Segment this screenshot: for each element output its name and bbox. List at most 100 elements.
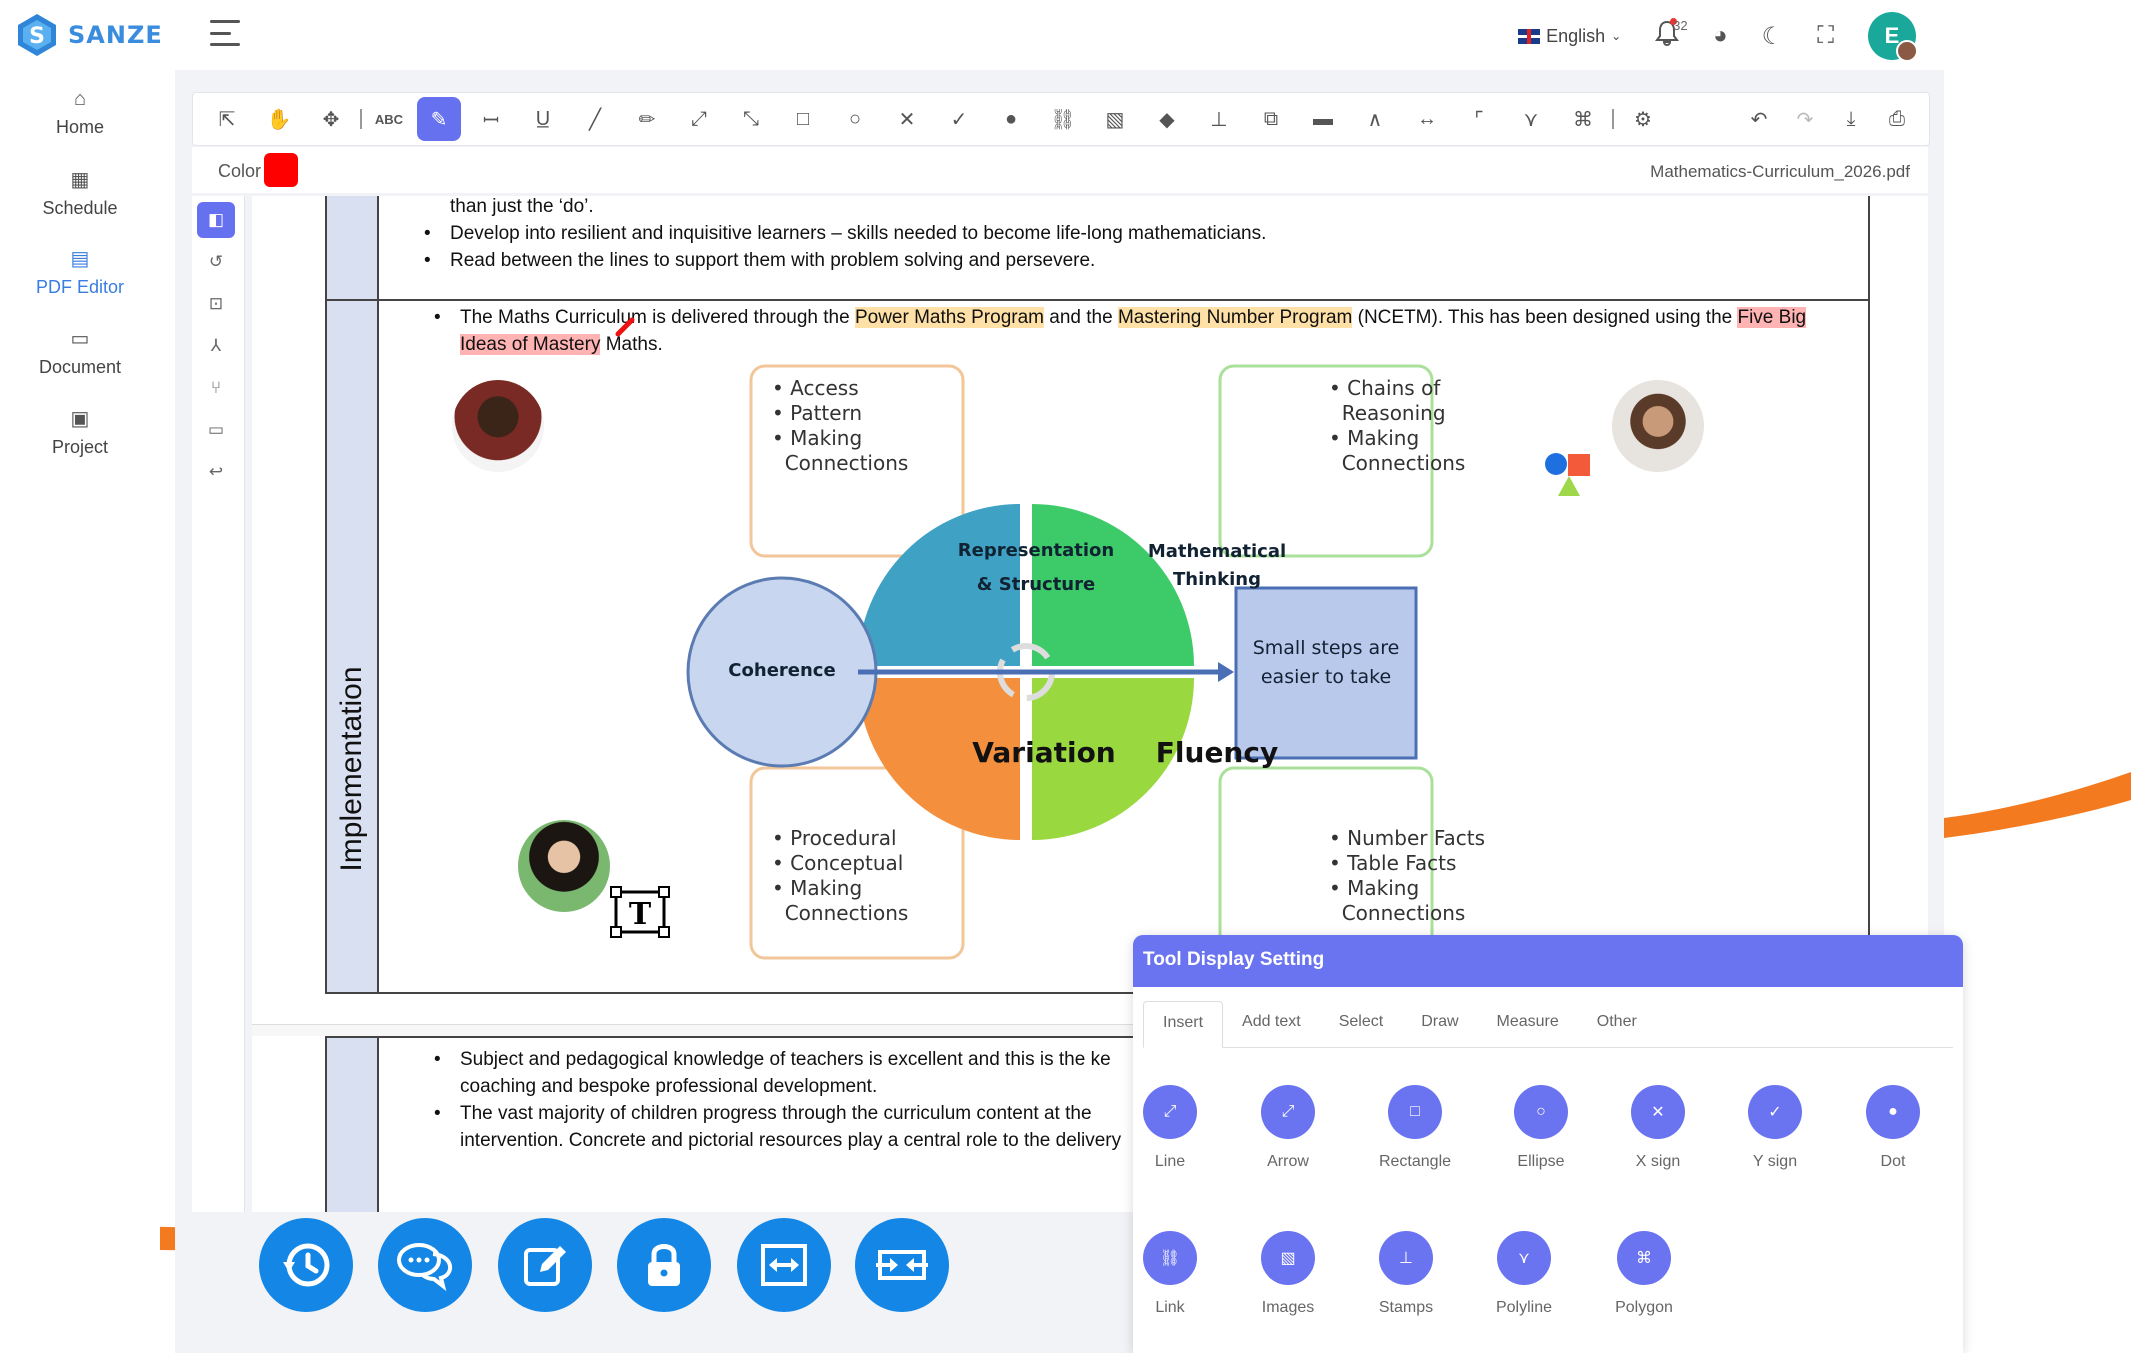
distance-measure-icon[interactable]: ↔	[1405, 97, 1449, 141]
pan-hand-icon[interactable]: ✋	[257, 97, 301, 141]
sidebar-item-pdf-editor[interactable]: ▤ PDF Editor	[0, 246, 160, 298]
strikethrough-icon[interactable]: ꟷ	[469, 97, 513, 141]
history-button[interactable]	[259, 1218, 353, 1312]
print-icon[interactable]: ⎙	[1875, 97, 1919, 141]
eraser-icon[interactable]: ◆	[1145, 97, 1189, 141]
polygon-icon[interactable]: ⌘	[1561, 97, 1605, 141]
tool-rectangle[interactable]: □ Rectangle	[1360, 1085, 1470, 1171]
return-arrow-icon[interactable]: ↩	[197, 454, 235, 490]
tool-x-sign[interactable]: ✕ X sign	[1603, 1085, 1713, 1171]
tool-images[interactable]: ▧ Images	[1233, 1231, 1343, 1317]
collaborator-avatar[interactable]	[1612, 380, 1704, 472]
notifications-button[interactable]: 32	[1655, 18, 1688, 52]
polyline-icon: ⋎	[1497, 1231, 1551, 1285]
color-swatch[interactable]	[264, 153, 298, 187]
tool-y-sign[interactable]: ✓ Y sign	[1720, 1085, 1830, 1171]
redact-icon[interactable]: ▬	[1301, 97, 1345, 141]
tab-measure[interactable]: Measure	[1478, 1001, 1578, 1047]
merge-icon[interactable]: ⅄	[197, 328, 235, 364]
spell-check-button[interactable]: ABC	[367, 97, 411, 141]
tab-insert[interactable]: Insert	[1143, 1001, 1224, 1048]
ruler-icon[interactable]: ⌜	[1457, 97, 1501, 141]
highlighted-text[interactable]: Ideas of Mastery	[460, 334, 601, 355]
select-pointer-icon[interactable]: ⇱	[205, 97, 249, 141]
fit-width-button[interactable]	[737, 1218, 831, 1312]
lock-button[interactable]	[617, 1218, 711, 1312]
sidebar-item-document[interactable]: ▭ Document	[0, 326, 160, 378]
tool-arrow[interactable]: ⤢ Arrow	[1233, 1085, 1343, 1171]
chat-bubbles-icon	[397, 1243, 453, 1292]
highlight-pen-icon[interactable]: ✎	[417, 97, 461, 141]
tool-dot[interactable]: ● Dot	[1838, 1085, 1948, 1171]
doc-text-line: than just the ‘do’.	[450, 196, 594, 217]
redo-icon[interactable]: ↷	[1783, 97, 1827, 141]
compare-arrows-icon	[876, 1250, 928, 1280]
check-sign-icon[interactable]: ✓	[937, 97, 981, 141]
highlighted-text[interactable]: Five Big	[1737, 307, 1807, 328]
undo-icon[interactable]: ↶	[1737, 97, 1781, 141]
menu-toggle-icon[interactable]	[210, 20, 240, 46]
diagram-box-text: • Number Facts • Table Facts • Making Conn…	[1329, 826, 1486, 925]
svg-text:T: T	[629, 897, 652, 932]
screen-capture-icon[interactable]: ⧉	[1249, 97, 1293, 141]
tool-polygon[interactable]: ⌘ Polygon	[1589, 1231, 1699, 1317]
compare-button[interactable]	[855, 1218, 949, 1312]
sanze-logo-icon: S	[18, 14, 56, 56]
ellipse-icon[interactable]: ○	[833, 97, 877, 141]
theme-palette-icon[interactable]: ◕	[1713, 22, 1728, 50]
rectangle-icon[interactable]: □	[781, 97, 825, 141]
panel-toggle-icon[interactable]: ◧	[197, 202, 235, 238]
arrow-icon[interactable]: ⤡	[729, 97, 773, 141]
history-icon[interactable]: ↺	[197, 244, 235, 280]
underline-icon[interactable]: U̲	[521, 97, 565, 141]
highlighted-text[interactable]: Power Maths Program	[854, 307, 1044, 328]
doc-bullet: Read between the lines to support them w…	[424, 250, 1095, 272]
language-selector[interactable]: English ⌄	[1518, 26, 1621, 47]
tab-other[interactable]: Other	[1578, 1001, 1656, 1047]
text-box-icon[interactable]: T	[610, 886, 670, 938]
image-file-icon[interactable]: ▧	[1093, 97, 1137, 141]
pdf-icon: ▤	[70, 248, 90, 270]
tool-line[interactable]: ⤢ Line	[1133, 1085, 1225, 1171]
download-icon[interactable]: ⤓	[1829, 97, 1873, 141]
x-sign-icon[interactable]: ✕	[885, 97, 929, 141]
tool-stamps[interactable]: ⊥ Stamps	[1351, 1231, 1461, 1317]
fullscreen-icon[interactable]: ⛶	[1817, 22, 1834, 50]
settings-gear-icon[interactable]: ⚙	[1621, 97, 1665, 141]
sidebar-item-schedule[interactable]: ▦ Schedule	[0, 167, 160, 219]
pencil-icon[interactable]: ✏	[625, 97, 669, 141]
sidebar-item-project[interactable]: ▣ Project	[0, 406, 160, 458]
tool-ellipse[interactable]: ○ Ellipse	[1486, 1085, 1596, 1171]
toolbar-divider	[1612, 109, 1614, 129]
dark-mode-moon-icon[interactable]: ☾	[1762, 22, 1784, 51]
angle-measure-icon[interactable]: ∧	[1353, 97, 1397, 141]
tool-link[interactable]: ⛓ Link	[1133, 1231, 1225, 1317]
move-icon[interactable]: ✥	[309, 97, 353, 141]
dot-icon[interactable]: ●	[989, 97, 1033, 141]
comment-icon[interactable]: ▭	[197, 412, 235, 448]
tab-select[interactable]: Select	[1320, 1001, 1402, 1047]
polyline-icon[interactable]: ⋎	[1509, 97, 1553, 141]
link-icon[interactable]: ⛓	[1041, 97, 1085, 141]
collaborator-avatar[interactable]	[452, 380, 544, 472]
tool-polyline[interactable]: ⋎ Polyline	[1469, 1231, 1579, 1317]
user-avatar[interactable]: E	[1868, 12, 1918, 62]
branch-icon[interactable]: ⑂	[197, 370, 235, 406]
comments-button[interactable]	[378, 1218, 472, 1312]
sidebar-item-home[interactable]: ⌂ Home	[0, 88, 160, 138]
tab-add-text[interactable]: Add text	[1223, 1001, 1320, 1047]
brand-logo[interactable]: S SANZE	[14, 12, 163, 58]
color-bar: Color Mathematics-Curriculum_2026.pdf	[192, 147, 1928, 193]
bookmark-icon[interactable]: ⊡	[197, 286, 235, 322]
tool-label: Ellipse	[1517, 1153, 1565, 1170]
collaborator-avatar[interactable]	[518, 820, 610, 912]
stamp-icon[interactable]: ⊥	[1197, 97, 1241, 141]
shapes-icon[interactable]	[1544, 452, 1596, 500]
edit-button[interactable]	[498, 1218, 592, 1312]
tab-draw[interactable]: Draw	[1402, 1001, 1477, 1047]
tool-label: X sign	[1635, 1153, 1681, 1170]
file-name: Mathematics-Curriculum_2026.pdf	[1650, 162, 1910, 181]
brush-icon[interactable]: ╱	[573, 97, 617, 141]
highlighted-text[interactable]: Mastering Number Program	[1117, 307, 1353, 328]
line-icon[interactable]: ⤢	[677, 97, 721, 141]
